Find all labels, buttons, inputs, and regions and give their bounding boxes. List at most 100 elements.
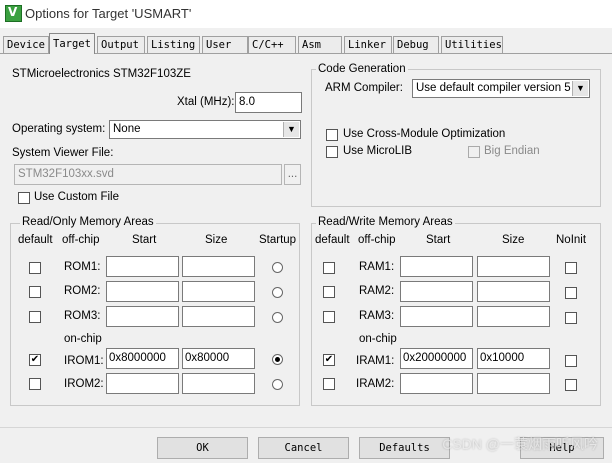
rw-onchip-label: on-chip — [359, 333, 397, 345]
rom3-startup-radio[interactable] — [272, 312, 283, 323]
big-endian-label: Big Endian — [484, 145, 540, 157]
compiler-label: ARM Compiler: — [325, 82, 403, 94]
xtal-label: Xtal (MHz): — [177, 96, 235, 108]
ram1-noinit-checkbox[interactable] — [565, 262, 577, 274]
iram1-label: IRAM1: — [356, 355, 395, 367]
irom1-start-input[interactable]: 0x8000000 — [106, 348, 179, 369]
os-select[interactable]: None ▼ — [109, 120, 301, 139]
os-label: Operating system: — [12, 123, 106, 135]
microlib-checkbox[interactable] — [326, 146, 338, 158]
rom3-default-checkbox[interactable] — [29, 311, 41, 323]
ram1-size-input[interactable] — [477, 256, 550, 277]
big-endian-checkbox[interactable] — [468, 146, 480, 158]
tab-device[interactable]: Device — [3, 36, 49, 53]
ram2-start-input[interactable] — [400, 281, 473, 302]
irom2-default-checkbox[interactable] — [29, 378, 41, 390]
tab-asm[interactable]: Asm — [298, 36, 342, 53]
ro-header-offchip: off-chip — [62, 234, 100, 246]
iram2-start-input[interactable] — [400, 373, 473, 394]
rw-header-start: Start — [426, 234, 451, 246]
microlib-label: Use MicroLIB — [343, 145, 413, 157]
ro-header-start: Start — [132, 234, 157, 246]
cancel-button[interactable]: Cancel — [258, 437, 349, 459]
rw-header-offchip: off-chip — [358, 234, 396, 246]
iram2-noinit-checkbox[interactable] — [565, 379, 577, 391]
watermark: CSDN @一蓑烟雨听风吟 — [442, 436, 598, 452]
xtal-input[interactable]: 8.0 — [235, 92, 302, 113]
ram3-noinit-checkbox[interactable] — [565, 312, 577, 324]
rom3-start-input[interactable] — [106, 306, 179, 327]
footer-divider — [0, 427, 612, 428]
irom2-start-input[interactable] — [106, 373, 179, 394]
ram1-default-checkbox[interactable] — [323, 262, 335, 274]
tab-utilities[interactable]: Utilities — [441, 36, 503, 53]
ram3-start-input[interactable] — [400, 306, 473, 327]
ok-button[interactable]: OK — [157, 437, 248, 459]
rom1-label: ROM1: — [64, 261, 101, 273]
iram1-size-input[interactable]: 0x10000 — [477, 348, 550, 369]
irom2-size-input[interactable] — [182, 373, 255, 394]
code-generation-title: Code Generation — [316, 63, 408, 75]
app-icon: V — [5, 5, 22, 22]
rw-header-size: Size — [502, 234, 525, 246]
cross-module-checkbox[interactable] — [326, 129, 338, 141]
ram3-default-checkbox[interactable] — [323, 311, 335, 323]
rom1-default-checkbox[interactable] — [29, 262, 41, 274]
iram2-default-checkbox[interactable] — [323, 378, 335, 390]
custom-file-checkbox[interactable] — [18, 192, 30, 204]
rom3-size-input[interactable] — [182, 306, 255, 327]
ram2-size-input[interactable] — [477, 281, 550, 302]
tab-listing[interactable]: Listing — [147, 36, 200, 53]
ram3-size-input[interactable] — [477, 306, 550, 327]
tab-user[interactable]: User — [202, 36, 248, 53]
ram2-noinit-checkbox[interactable] — [565, 287, 577, 299]
rw-header-noinit: NoInit — [556, 234, 587, 246]
ro-memory-title: Read/Only Memory Areas — [20, 216, 156, 228]
svf-label: System Viewer File: — [12, 147, 114, 159]
rom1-start-input[interactable] — [106, 256, 179, 277]
iram1-start-input[interactable]: 0x20000000 — [400, 348, 473, 369]
rom2-label: ROM2: — [64, 285, 101, 297]
irom2-startup-radio[interactable] — [272, 379, 283, 390]
ro-header-default: default — [18, 234, 53, 246]
irom1-size-input[interactable]: 0x80000 — [182, 348, 255, 369]
chevron-down-icon[interactable]: ▼ — [572, 81, 588, 96]
irom1-label: IROM1: — [64, 355, 104, 367]
rom1-startup-radio[interactable] — [272, 262, 283, 273]
iram2-label: IRAM2: — [356, 378, 395, 390]
compiler-select[interactable]: Use default compiler version 5 ▼ — [412, 79, 590, 98]
rom2-startup-radio[interactable] — [272, 287, 283, 298]
ro-header-size: Size — [205, 234, 228, 246]
svf-input[interactable]: STM32F103xx.svd — [14, 164, 282, 185]
rom1-size-input[interactable] — [182, 256, 255, 277]
rom2-size-input[interactable] — [182, 281, 255, 302]
ram2-label: RAM2: — [359, 285, 395, 297]
cross-module-label: Use Cross-Module Optimization — [343, 128, 506, 140]
irom1-default-checkbox[interactable]: ✔ — [29, 354, 41, 366]
ram1-label: RAM1: — [359, 261, 395, 273]
tab-target[interactable]: Target — [49, 33, 95, 54]
ram3-label: RAM3: — [359, 310, 395, 322]
rom2-start-input[interactable] — [106, 281, 179, 302]
irom2-label: IROM2: — [64, 378, 104, 390]
chevron-down-icon[interactable]: ▼ — [283, 122, 299, 137]
tab-linker[interactable]: Linker — [344, 36, 392, 53]
browse-button[interactable]: ... — [284, 164, 301, 185]
iram2-size-input[interactable] — [477, 373, 550, 394]
tab-c-cpp[interactable]: C/C++ — [248, 36, 296, 53]
iram1-default-checkbox[interactable]: ✔ — [323, 354, 335, 366]
window-title: Options for Target 'USMART' — [25, 6, 192, 21]
rw-memory-title: Read/Write Memory Areas — [316, 216, 455, 228]
device-name: STMicroelectronics STM32F103ZE — [12, 68, 191, 80]
ram1-start-input[interactable] — [400, 256, 473, 277]
defaults-button[interactable]: Defaults — [359, 437, 450, 459]
ram2-default-checkbox[interactable] — [323, 286, 335, 298]
custom-file-label: Use Custom File — [34, 191, 119, 203]
rw-header-default: default — [315, 234, 350, 246]
iram1-noinit-checkbox[interactable] — [565, 355, 577, 367]
tab-debug[interactable]: Debug — [393, 36, 439, 53]
irom1-startup-radio[interactable] — [272, 354, 283, 365]
tab-output[interactable]: Output — [97, 36, 145, 53]
rom3-label: ROM3: — [64, 310, 101, 322]
rom2-default-checkbox[interactable] — [29, 286, 41, 298]
